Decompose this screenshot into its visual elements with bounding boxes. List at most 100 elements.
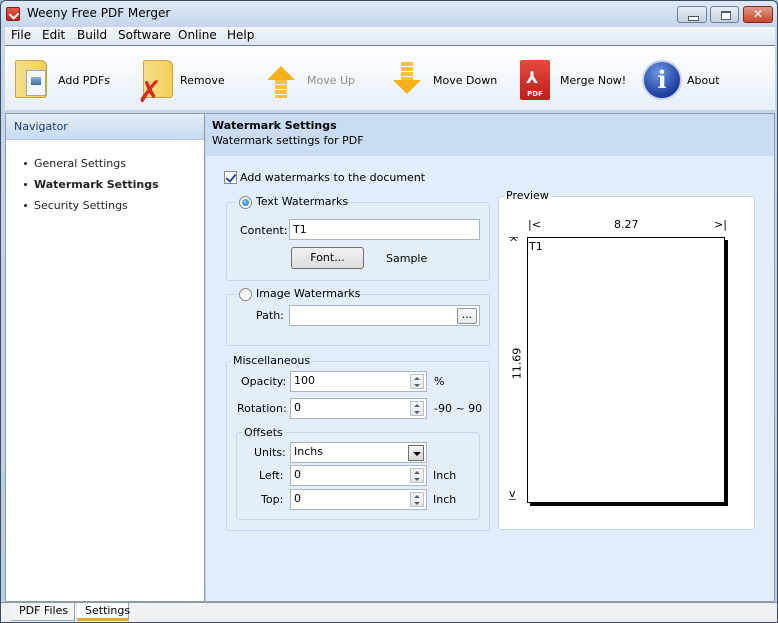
add-watermarks-checkbox[interactable] — [224, 171, 237, 184]
navigator-list: General Settings Watermark Settings Secu… — [6, 140, 204, 220]
opacity-label: Opacity: — [241, 375, 287, 388]
red-x-icon: ✗ — [137, 75, 163, 110]
remove-button[interactable]: ✗ Remove — [133, 46, 243, 112]
settings-panel: Watermark Settings Watermark settings fo… — [206, 113, 775, 602]
add-watermarks-label: Add watermarks to the document — [240, 171, 426, 184]
nav-item-label: Security Settings — [34, 199, 128, 212]
add-pdfs-label: Add PDFs — [58, 74, 110, 87]
image-watermarks-legend: Image Watermarks — [236, 287, 360, 301]
acrobat-glyph-icon: ⅄ — [526, 68, 539, 87]
arrow-down-icon — [393, 80, 421, 94]
tab-pdf-files[interactable]: PDF Files — [11, 603, 75, 621]
menu-online[interactable]: Online — [174, 28, 221, 42]
menu-build[interactable]: Build — [73, 28, 111, 42]
width-left-marker: |< — [528, 218, 541, 231]
move-up-button[interactable]: Move Up — [267, 46, 367, 112]
move-up-label: Move Up — [307, 74, 356, 87]
add-pdfs-button[interactable]: Add PDFs — [9, 46, 119, 112]
tab-label: PDF Files — [19, 604, 69, 617]
nav-item-label: General Settings — [34, 157, 126, 170]
opacity-spin-arrows-icon[interactable] — [410, 374, 424, 389]
opacity-unit: % — [434, 375, 445, 388]
offsets-legend: Offsets — [242, 426, 285, 439]
top-offset-unit: Inch — [433, 493, 457, 506]
text-watermarks-label: Text Watermarks — [256, 195, 349, 208]
bottom-tab-bar: PDF Files Settings — [1, 602, 777, 622]
nav-item-label: Watermark Settings — [34, 178, 159, 191]
tab-settings[interactable]: Settings — [77, 603, 131, 621]
opacity-value: 100 — [294, 374, 315, 387]
bullet-icon — [24, 204, 27, 207]
bullet-icon — [24, 162, 27, 165]
width-right-marker: >| — [714, 218, 727, 231]
document-icon — [26, 70, 46, 96]
maximize-button[interactable] — [710, 6, 739, 23]
toolbar: Add PDFs ✗ Remove Move Up Move Down ⅄ PD… — [5, 45, 775, 111]
close-button[interactable]: ✕ — [743, 6, 773, 23]
preview-group: Preview |< 8.27 >| ^ 11.69 v T1 — [498, 189, 755, 530]
image-watermarks-label: Image Watermarks — [256, 287, 361, 300]
browse-button[interactable]: ... — [457, 308, 477, 324]
minimize-button[interactable] — [677, 6, 707, 23]
menu-software[interactable]: Software — [114, 28, 175, 42]
text-watermarks-radio[interactable] — [239, 196, 252, 209]
left-offset-spinbox[interactable]: 0 — [290, 465, 427, 486]
info-icon: i — [642, 60, 682, 100]
title-bar: Weeny Free PDF Merger ✕ — [1, 1, 777, 27]
miscellaneous-legend: Miscellaneous — [231, 354, 313, 367]
menu-edit[interactable]: Edit — [38, 28, 69, 42]
units-value: Inchs — [294, 445, 323, 458]
text-watermarks-legend: Text Watermarks — [236, 195, 349, 209]
nav-item-general-settings[interactable]: General Settings — [6, 157, 204, 178]
rotation-spinbox[interactable]: 0 — [290, 398, 427, 419]
menu-bar: File Edit Build Software Online Help — [5, 27, 775, 45]
left-offset-spin-arrows-icon[interactable] — [410, 468, 424, 483]
pdf-icon-label: PDF — [527, 90, 543, 98]
page-title: Watermark Settings — [212, 119, 337, 132]
image-watermarks-radio[interactable] — [239, 288, 252, 301]
move-down-label: Move Down — [433, 74, 498, 87]
height-bottom-marker: v — [509, 487, 516, 500]
bullet-icon — [24, 183, 27, 186]
left-offset-label: Left: — [259, 469, 284, 482]
opacity-spinbox[interactable]: 100 — [290, 371, 427, 392]
chevron-down-icon[interactable] — [408, 445, 424, 461]
tab-label: Settings — [85, 604, 131, 617]
rotation-label: Rotation: — [237, 402, 287, 415]
rotation-spin-arrows-icon[interactable] — [410, 401, 424, 416]
about-button[interactable]: i About — [642, 46, 742, 112]
units-label: Units: — [254, 446, 286, 459]
height-top-marker: ^ — [509, 236, 519, 249]
units-dropdown[interactable]: Inchs — [290, 442, 427, 463]
path-label: Path: — [256, 309, 284, 322]
nav-item-watermark-settings[interactable]: Watermark Settings — [6, 178, 204, 199]
arrow-down-stem-icon — [401, 62, 413, 80]
about-label: About — [687, 74, 720, 87]
path-input[interactable]: ... — [289, 305, 480, 326]
window-title: Weeny Free PDF Merger — [27, 6, 171, 20]
menu-file[interactable]: File — [7, 28, 35, 42]
left-offset-value: 0 — [294, 468, 301, 481]
move-down-button[interactable]: Move Down — [393, 46, 503, 112]
pdf-icon: ⅄ PDF — [520, 60, 550, 100]
menu-help[interactable]: Help — [223, 28, 258, 42]
navigator-title: Navigator — [6, 114, 204, 140]
app-window: Weeny Free PDF Merger ✕ File Edit Build … — [0, 0, 778, 623]
top-offset-value: 0 — [294, 492, 301, 505]
content-label: Content: — [240, 224, 288, 237]
merge-now-button[interactable]: ⅄ PDF Merge Now! — [520, 46, 630, 112]
text-watermarks-group — [226, 202, 490, 281]
top-offset-spin-arrows-icon[interactable] — [410, 492, 424, 507]
font-button[interactable]: Font... — [291, 247, 364, 269]
nav-item-security-settings[interactable]: Security Settings — [6, 199, 204, 220]
arrow-up-icon — [267, 66, 295, 80]
top-offset-spinbox[interactable]: 0 — [290, 489, 427, 510]
rotation-value: 0 — [294, 401, 301, 414]
content-input[interactable] — [289, 219, 480, 240]
remove-label: Remove — [180, 74, 225, 87]
left-offset-unit: Inch — [433, 469, 457, 482]
preview-watermark-text: T1 — [529, 240, 543, 253]
font-sample: Sample — [386, 252, 428, 265]
settings-header: Watermark Settings Watermark settings fo… — [206, 114, 774, 156]
rotation-range: -90 ~ 90 — [434, 402, 483, 415]
